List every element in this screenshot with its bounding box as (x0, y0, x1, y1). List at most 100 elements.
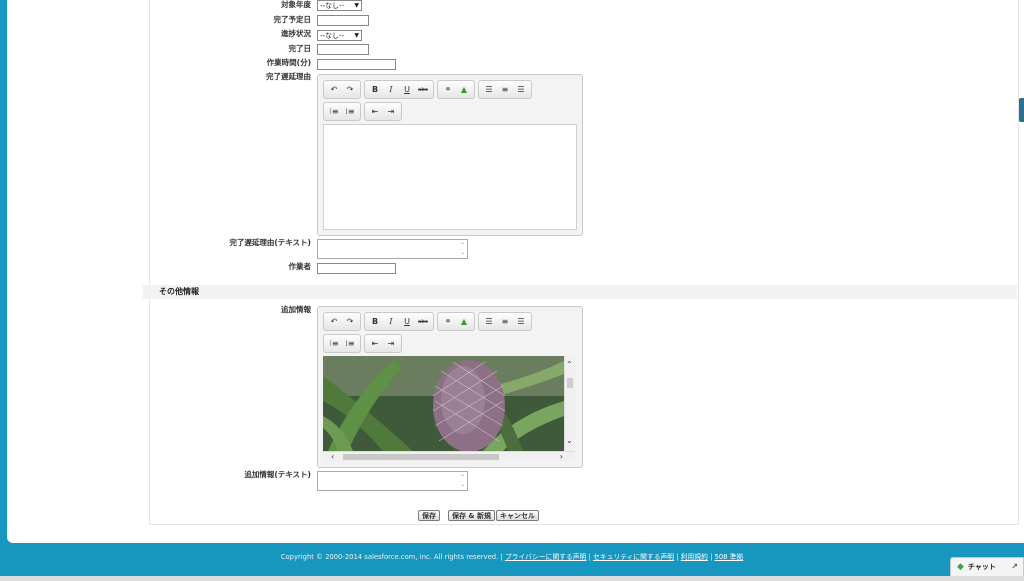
align-center-icon[interactable]: ≡ (497, 314, 513, 329)
link-icon[interactable]: ⚭ (440, 314, 456, 329)
delay-reason-edit-area[interactable] (323, 124, 577, 230)
scroll-thumb[interactable] (343, 454, 499, 460)
outdent-icon[interactable]: ⇤ (367, 336, 383, 351)
history-group: ↶ ↷ (323, 80, 361, 99)
cancel-button[interactable]: キャンセル (496, 510, 539, 521)
image-horizontal-scrollbar[interactable]: ‹ › (323, 451, 575, 462)
other-info-section-header: その他情報 (143, 285, 1017, 299)
scroll-thumb[interactable] (567, 378, 573, 388)
editor-toolbar-row-1: ↶ ↷ B I U abc ⚭ ▲ ☰ ≡ ☰ (323, 312, 532, 331)
history-group: ↶ ↷ (323, 312, 361, 331)
label-progress-status: 進捗状況 (281, 29, 311, 38)
image-vertical-scrollbar[interactable]: ⌃ ⌄ (564, 356, 575, 451)
strikethrough-icon[interactable]: abc (415, 314, 431, 329)
bold-icon[interactable]: B (367, 314, 383, 329)
insert-group: ⚭ ▲ (437, 312, 475, 331)
underline-icon[interactable]: U (399, 314, 415, 329)
editor-toolbar-row-1: ↶ ↷ B I U abc ⚭ ▲ ☰ ≡ ☰ (323, 80, 532, 99)
align-left-icon[interactable]: ☰ (481, 82, 497, 97)
target-year-select[interactable]: --なし-- ▼ (317, 0, 362, 11)
work-minutes-input[interactable] (317, 59, 396, 70)
side-panel-tab[interactable] (1019, 98, 1024, 122)
italic-icon[interactable]: I (383, 314, 399, 329)
label-planned-completion-date: 完了予定日 (273, 15, 312, 24)
chat-icon: ◆ (957, 562, 964, 572)
label-delay-reason: 完了遅延理由 (266, 72, 311, 81)
scroll-right-icon[interactable]: › (560, 452, 563, 461)
numbered-list-icon[interactable]: ⁞≡ (342, 336, 358, 351)
bottom-strip (0, 576, 1024, 581)
planned-completion-date-input[interactable] (317, 15, 369, 26)
label-work-minutes: 作業時間(分) (266, 58, 311, 67)
additional-info-textarea[interactable]: ⌃ ⌄ (317, 471, 468, 491)
undo-icon[interactable]: ↶ (326, 82, 342, 97)
image-icon[interactable]: ▲ (456, 314, 472, 329)
delay-reason-editor: ↶ ↷ B I U abc ⚭ ▲ ☰ ≡ ☰ ⁝≡ ⁞≡ ⇤ ⇥ (317, 74, 583, 236)
align-group: ☰ ≡ ☰ (478, 80, 532, 99)
save-button[interactable]: 保存 (418, 510, 440, 521)
progress-status-value: --なし-- (320, 31, 345, 40)
redo-icon[interactable]: ↷ (342, 314, 358, 329)
italic-icon[interactable]: I (383, 82, 399, 97)
outdent-icon[interactable]: ⇤ (367, 104, 383, 119)
indent-icon[interactable]: ⇥ (383, 336, 399, 351)
redo-icon[interactable]: ↷ (342, 82, 358, 97)
security-link[interactable]: セキュリティに関する声明 (593, 553, 674, 561)
scroll-up-icon[interactable]: ⌃ (566, 360, 573, 369)
indent-group: ⇤ ⇥ (364, 334, 402, 353)
align-right-icon[interactable]: ☰ (513, 82, 529, 97)
link-icon[interactable]: ⚭ (440, 82, 456, 97)
list-group: ⁝≡ ⁞≡ (323, 334, 361, 353)
align-right-icon[interactable]: ☰ (513, 314, 529, 329)
additional-info-edit-area[interactable]: ⌃ ⌄ ‹ › (323, 356, 575, 462)
strikethrough-icon[interactable]: abc (415, 82, 431, 97)
format-group: B I U abc (364, 312, 434, 331)
underline-icon[interactable]: U (399, 82, 415, 97)
section-508-link[interactable]: 508 準拠 (715, 553, 744, 561)
indent-icon[interactable]: ⇥ (383, 104, 399, 119)
copyright-text: Copyright © 2000-2014 salesforce.com, in… (280, 553, 499, 561)
chevron-down-icon: ▼ (354, 1, 359, 9)
editor-toolbar-row-2: ⁝≡ ⁞≡ ⇤ ⇥ (323, 334, 402, 353)
undo-icon[interactable]: ↶ (326, 314, 342, 329)
resize-arrows-icon: ⌃ ⌄ (459, 242, 465, 256)
progress-status-select[interactable]: --なし-- ▼ (317, 30, 362, 41)
footer: Copyright © 2000-2014 salesforce.com, in… (280, 553, 744, 561)
expand-icon[interactable]: ↗ (1011, 562, 1018, 571)
label-additional-info-text: 追加情報(テキスト) (244, 470, 311, 479)
resize-arrows-icon: ⌃ ⌄ (459, 474, 465, 488)
align-center-icon[interactable]: ≡ (497, 82, 513, 97)
mango-photo (323, 356, 564, 451)
label-target-year: 対象年度 (281, 0, 311, 9)
privacy-link[interactable]: プライバシーに関する声明 (505, 553, 586, 561)
completion-date-input[interactable] (317, 44, 369, 55)
bullet-list-icon[interactable]: ⁝≡ (326, 336, 342, 351)
align-group: ☰ ≡ ☰ (478, 312, 532, 331)
terms-link[interactable]: 利用規約 (681, 553, 708, 561)
label-delay-reason-text: 完了遅延理由(テキスト) (229, 238, 311, 247)
delay-reason-textarea[interactable]: ⌃ ⌄ (317, 239, 468, 259)
worker-input[interactable] (317, 263, 396, 274)
numbered-list-icon[interactable]: ⁞≡ (342, 104, 358, 119)
page-content: 対象年度 --なし-- ▼ 完了予定日 進捗状況 --なし-- ▼ 完了日 作業時間… (7, 0, 1024, 543)
save-new-button[interactable]: 保存 & 新規 (448, 510, 495, 521)
bold-icon[interactable]: B (367, 82, 383, 97)
label-completion-date: 完了日 (288, 44, 312, 53)
scroll-left-icon[interactable]: ‹ (331, 452, 334, 461)
format-group: B I U abc (364, 80, 434, 99)
scroll-down-icon[interactable]: ⌄ (566, 436, 573, 445)
indent-group: ⇤ ⇥ (364, 102, 402, 121)
align-left-icon[interactable]: ☰ (481, 314, 497, 329)
label-additional-info: 追加情報 (281, 305, 311, 314)
additional-info-editor: ↶ ↷ B I U abc ⚭ ▲ ☰ ≡ ☰ ⁝≡ ⁞≡ ⇤ ⇥ ⌃ ⌄ ‹ … (317, 306, 583, 468)
bullet-list-icon[interactable]: ⁝≡ (326, 104, 342, 119)
target-year-value: --なし-- (320, 1, 345, 10)
chat-widget[interactable]: ◆ チャット ↗ (950, 557, 1024, 576)
insert-group: ⚭ ▲ (437, 80, 475, 99)
chevron-down-icon: ▼ (354, 31, 359, 39)
list-group: ⁝≡ ⁞≡ (323, 102, 361, 121)
editor-toolbar-row-2: ⁝≡ ⁞≡ ⇤ ⇥ (323, 102, 402, 121)
image-icon[interactable]: ▲ (456, 82, 472, 97)
chat-label: チャット (967, 563, 996, 571)
label-worker: 作業者 (288, 262, 312, 271)
